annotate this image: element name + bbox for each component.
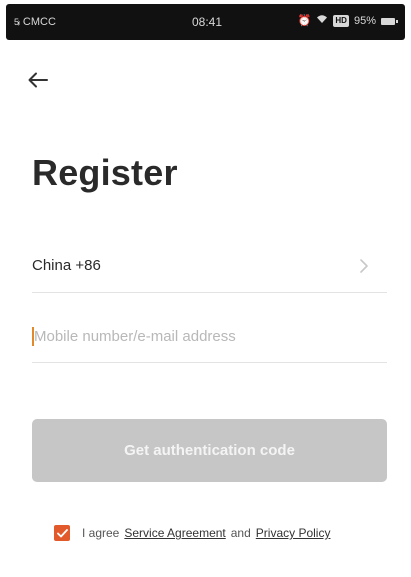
hd-icon: HD: [333, 15, 349, 27]
clock: 08:41: [192, 15, 223, 29]
country-code-label: China +86: [32, 257, 101, 274]
agree-checkbox[interactable]: [54, 525, 70, 541]
chevron-right-icon: [360, 259, 368, 273]
arrow-left-icon: [28, 72, 48, 88]
account-input[interactable]: [34, 324, 374, 348]
alarm-icon: ⏰: [297, 15, 312, 27]
status-left: 5ᵢₗ CMCC: [14, 15, 56, 29]
account-field: [32, 310, 387, 363]
check-icon: [56, 528, 68, 537]
carrier-label: CMCC: [22, 16, 56, 28]
get-auth-code-button[interactable]: Get authentication code: [32, 419, 387, 482]
agreement-row: I agree Service Agreement and Privacy Po…: [54, 525, 330, 541]
status-bar: 5ᵢₗ CMCC 08:41 ⏰ HD 95%: [6, 4, 405, 40]
battery-icon: [381, 17, 398, 25]
agree-prefix: I agree: [82, 526, 120, 540]
service-agreement-link[interactable]: Service Agreement: [124, 526, 225, 540]
country-selector[interactable]: China +86: [32, 240, 387, 293]
agree-and: and: [230, 526, 251, 540]
status-right: ⏰ HD 95%: [297, 14, 398, 28]
battery-percent: 95%: [353, 15, 376, 27]
wifi-icon: [316, 14, 328, 28]
back-button[interactable]: [22, 64, 54, 96]
privacy-policy-link[interactable]: Privacy Policy: [256, 526, 331, 540]
signal-icon: 5ᵢₗ: [14, 17, 20, 27]
page-title: Register: [32, 152, 178, 193]
